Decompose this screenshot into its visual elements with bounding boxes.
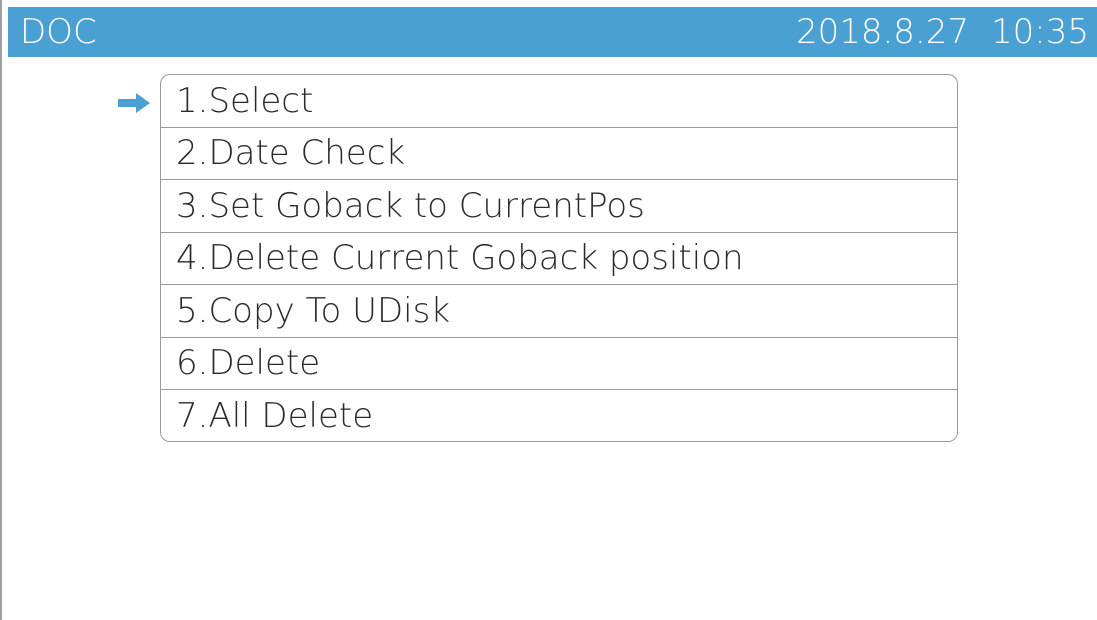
datetime: 2018.8.27 10:35 [796, 15, 1089, 49]
menu-item-select[interactable]: 1.Select [161, 75, 957, 128]
menu-item-delete-goback[interactable]: 4.Delete Current Goback position [161, 233, 957, 285]
time-display: 10:35 [991, 12, 1089, 52]
right-arrow-icon [118, 93, 150, 113]
screen: DOC 2018.8.27 10:35 1.Select 2.Date Chec… [0, 0, 1097, 620]
header-bar: DOC 2018.8.27 10:35 [8, 7, 1097, 57]
menu-item-copy-udisk[interactable]: 5.Copy To UDisk [161, 285, 957, 338]
menu-list: 1.Select 2.Date Check 3.Set Goback to Cu… [160, 74, 958, 442]
menu-item-all-delete[interactable]: 7.All Delete [161, 390, 957, 441]
menu-item-set-goback[interactable]: 3.Set Goback to CurrentPos [161, 180, 957, 233]
menu-item-date-check[interactable]: 2.Date Check [161, 128, 957, 180]
page-title: DOC [20, 12, 97, 52]
menu-item-delete[interactable]: 6.Delete [161, 338, 957, 390]
date-display: 2018.8.27 [795, 12, 970, 52]
